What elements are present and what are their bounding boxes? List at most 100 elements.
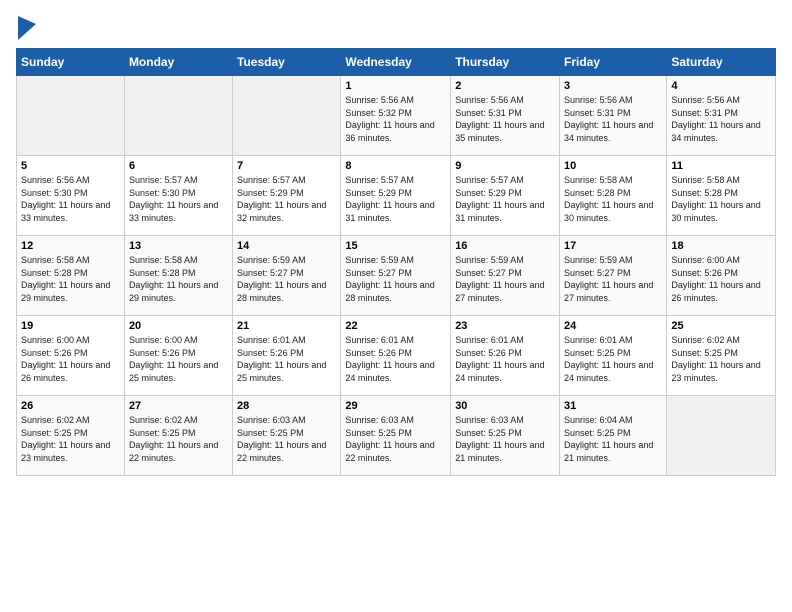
daylight-label: Daylight: 11 hours and 25 minutes.	[129, 360, 218, 383]
sunrise-label: Sunrise: 5:56 AM	[671, 95, 740, 105]
calendar-week-1: 1Sunrise: 5:56 AMSunset: 5:32 PMDaylight…	[17, 76, 776, 156]
calendar-cell: 17 Sunrise: 5:59 AMSunset: 5:27 PMDayligh…	[560, 236, 667, 316]
day-info: Sunrise: 6:01 AMSunset: 5:26 PMDaylight:…	[237, 334, 336, 384]
calendar-cell: 10Sunrise: 5:58 AMSunset: 5:28 PMDayligh…	[560, 156, 667, 236]
day-info: Sunrise: 6:00 AMSunset: 5:26 PMDaylight:…	[671, 254, 771, 304]
calendar-cell: 29 Sunrise: 6:03 AMSunset: 5:25 PMDayligh…	[341, 396, 451, 476]
sunrise-label: Sunrise: 6:01 AM	[564, 335, 633, 345]
day-info: Sunrise: 5:56 AMSunset: 5:32 PMDaylight:…	[345, 94, 446, 144]
sunset-label: Sunset: 5:30 PM	[21, 188, 88, 198]
sunset-label: Sunset: 5:29 PM	[345, 188, 412, 198]
day-number: 23	[455, 320, 555, 332]
day-info: Sunrise: 6:03 AMSunset: 5:25 PMDaylight:…	[455, 414, 555, 464]
sunset-label: Sunset: 5:26 PM	[21, 348, 88, 358]
day-number: 18	[671, 240, 771, 252]
day-info: Sunrise: 6:02 AMSunset: 5:25 PMDaylight:…	[129, 414, 228, 464]
day-number: 27	[129, 400, 228, 412]
sunset-label: Sunset: 5:32 PM	[345, 108, 412, 118]
daylight-label: Daylight: 11 hours and 24 minutes.	[455, 360, 544, 383]
sunrise-label: Sunrise: 6:03 AM	[345, 415, 414, 425]
day-number: 11	[671, 160, 771, 172]
day-info: Sunrise: 5:57 AMSunset: 5:29 PMDaylight:…	[455, 174, 555, 224]
calendar-week-2: 5Sunrise: 5:56 AMSunset: 5:30 PMDaylight…	[17, 156, 776, 236]
sunrise-label: Sunrise: 5:58 AM	[671, 175, 740, 185]
day-number: 24	[564, 320, 662, 332]
calendar-cell	[17, 76, 125, 156]
day-info: Sunrise: 6:03 AMSunset: 5:25 PMDaylight:…	[237, 414, 336, 464]
page-header	[16, 16, 776, 40]
calendar-cell: 6Sunrise: 5:57 AMSunset: 5:30 PMDaylight…	[124, 156, 232, 236]
sunrise-label: Sunrise: 5:57 AM	[237, 175, 306, 185]
sunrise-label: Sunrise: 6:01 AM	[455, 335, 524, 345]
sunrise-label: Sunrise: 6:00 AM	[129, 335, 198, 345]
day-info: Sunrise: 6:03 AMSunset: 5:25 PMDaylight:…	[345, 414, 446, 464]
calendar-cell: 9Sunrise: 5:57 AMSunset: 5:29 PMDaylight…	[451, 156, 560, 236]
daylight-label: Daylight: 11 hours and 34 minutes.	[564, 120, 653, 143]
day-info: Sunrise: 5:59 AMSunset: 5:27 PMDaylight:…	[455, 254, 555, 304]
day-number: 28	[237, 400, 336, 412]
calendar-cell: 24 Sunrise: 6:01 AMSunset: 5:25 PMDayligh…	[560, 316, 667, 396]
calendar-cell: 16Sunrise: 5:59 AMSunset: 5:27 PMDayligh…	[451, 236, 560, 316]
calendar-week-3: 12Sunrise: 5:58 AMSunset: 5:28 PMDayligh…	[17, 236, 776, 316]
sunrise-label: Sunrise: 6:01 AM	[237, 335, 306, 345]
day-number: 17	[564, 240, 662, 252]
calendar-cell: 30Sunrise: 6:03 AMSunset: 5:25 PMDayligh…	[451, 396, 560, 476]
daylight-label: Daylight: 11 hours and 31 minutes.	[345, 200, 434, 223]
calendar-cell: 13Sunrise: 5:58 AMSunset: 5:28 PMDayligh…	[124, 236, 232, 316]
day-info: Sunrise: 6:01 AMSunset: 5:25 PMDaylight:…	[564, 334, 662, 384]
calendar-cell: 7Sunrise: 5:57 AMSunset: 5:29 PMDaylight…	[233, 156, 341, 236]
sunset-label: Sunset: 5:26 PM	[129, 348, 196, 358]
sunrise-label: Sunrise: 5:58 AM	[564, 175, 633, 185]
daylight-label: Daylight: 11 hours and 24 minutes.	[564, 360, 653, 383]
sunset-label: Sunset: 5:28 PM	[564, 188, 631, 198]
day-info: Sunrise: 5:59 AMSunset: 5:27 PMDaylight:…	[564, 254, 662, 304]
daylight-label: Daylight: 11 hours and 29 minutes.	[129, 280, 218, 303]
day-number: 2	[455, 80, 555, 92]
day-number: 3	[564, 80, 662, 92]
daylight-label: Daylight: 11 hours and 26 minutes.	[671, 280, 760, 303]
header-wednesday: Wednesday	[341, 49, 451, 76]
calendar-cell: 8Sunrise: 5:57 AMSunset: 5:29 PMDaylight…	[341, 156, 451, 236]
sunset-label: Sunset: 5:30 PM	[129, 188, 196, 198]
day-number: 14	[237, 240, 336, 252]
daylight-label: Daylight: 11 hours and 26 minutes.	[21, 360, 110, 383]
sunrise-label: Sunrise: 5:56 AM	[345, 95, 414, 105]
sunrise-label: Sunrise: 6:01 AM	[345, 335, 414, 345]
day-number: 29	[345, 400, 446, 412]
sunset-label: Sunset: 5:27 PM	[564, 268, 631, 278]
calendar-cell	[667, 396, 776, 476]
daylight-label: Daylight: 11 hours and 33 minutes.	[129, 200, 218, 223]
sunrise-label: Sunrise: 5:59 AM	[237, 255, 306, 265]
sunset-label: Sunset: 5:25 PM	[564, 428, 631, 438]
daylight-label: Daylight: 11 hours and 31 minutes.	[455, 200, 544, 223]
day-number: 26	[21, 400, 120, 412]
sunrise-label: Sunrise: 5:57 AM	[345, 175, 414, 185]
calendar-cell: 4Sunrise: 5:56 AMSunset: 5:31 PMDaylight…	[667, 76, 776, 156]
daylight-label: Daylight: 11 hours and 34 minutes.	[671, 120, 760, 143]
sunset-label: Sunset: 5:28 PM	[21, 268, 88, 278]
calendar-week-4: 19Sunrise: 6:00 AMSunset: 5:26 PMDayligh…	[17, 316, 776, 396]
calendar-cell: 2 Sunrise: 5:56 AMSunset: 5:31 PMDaylight…	[451, 76, 560, 156]
daylight-label: Daylight: 11 hours and 23 minutes.	[21, 440, 110, 463]
calendar-cell: 12Sunrise: 5:58 AMSunset: 5:28 PMDayligh…	[17, 236, 125, 316]
calendar-cell: 26 Sunrise: 6:02 AMSunset: 5:25 PMDayligh…	[17, 396, 125, 476]
sunrise-label: Sunrise: 5:57 AM	[455, 175, 524, 185]
day-info: Sunrise: 6:02 AMSunset: 5:25 PMDaylight:…	[21, 414, 120, 464]
daylight-label: Daylight: 11 hours and 27 minutes.	[455, 280, 544, 303]
calendar-cell: 27 Sunrise: 6:02 AMSunset: 5:25 PMDayligh…	[124, 396, 232, 476]
daylight-label: Daylight: 11 hours and 22 minutes.	[129, 440, 218, 463]
sunset-label: Sunset: 5:29 PM	[237, 188, 304, 198]
sunset-label: Sunset: 5:27 PM	[455, 268, 522, 278]
day-info: Sunrise: 5:56 AMSunset: 5:31 PMDaylight:…	[455, 94, 555, 144]
sunrise-label: Sunrise: 5:59 AM	[345, 255, 414, 265]
day-number: 13	[129, 240, 228, 252]
sunset-label: Sunset: 5:25 PM	[21, 428, 88, 438]
calendar-cell: 23Sunrise: 6:01 AMSunset: 5:26 PMDayligh…	[451, 316, 560, 396]
calendar-cell: 14Sunrise: 5:59 AMSunset: 5:27 PMDayligh…	[233, 236, 341, 316]
sunrise-label: Sunrise: 6:02 AM	[671, 335, 740, 345]
calendar-cell: 25Sunrise: 6:02 AMSunset: 5:25 PMDayligh…	[667, 316, 776, 396]
calendar-cell	[233, 76, 341, 156]
day-info: Sunrise: 5:58 AMSunset: 5:28 PMDaylight:…	[564, 174, 662, 224]
daylight-label: Daylight: 11 hours and 28 minutes.	[345, 280, 434, 303]
day-info: Sunrise: 5:56 AMSunset: 5:30 PMDaylight:…	[21, 174, 120, 224]
